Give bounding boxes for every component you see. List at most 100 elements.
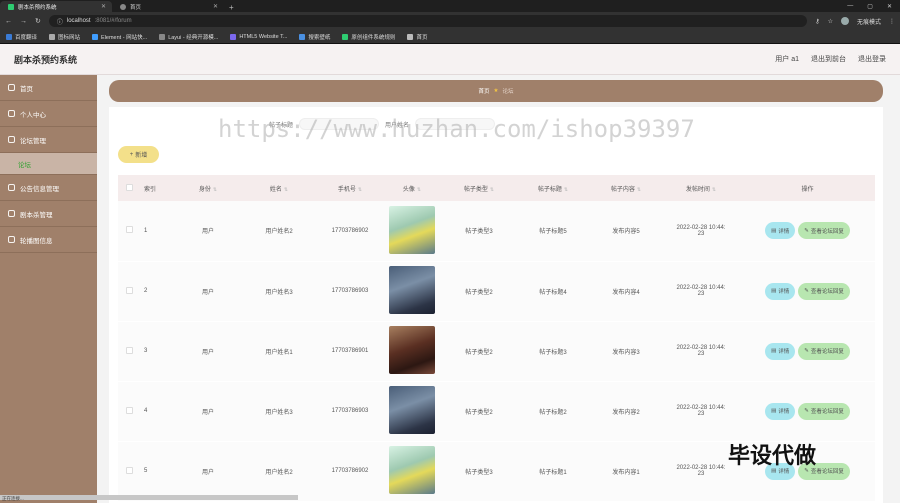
table-row: 3 用户 用户姓名1 17703786901 帖子类型2 帖子标题3 发布内容3 2022-0… (118, 321, 875, 382)
column-header[interactable]: 帖子类型 ⇅ (442, 175, 516, 201)
sidebar-item-carousel[interactable]: 轮播图信息 (0, 227, 97, 253)
document-icon: ▤ (771, 348, 777, 354)
bookmark-icon (6, 33, 12, 40)
sort-icon: ⇅ (357, 186, 363, 193)
column-header[interactable]: 身份 ⇅ (176, 175, 240, 201)
sort-icon: ⇅ (563, 186, 569, 193)
time-cell: 2022-02-28 10:44: 23 (662, 441, 740, 502)
browser-tab-active[interactable]: 剧本杀预约系统 ✕ (0, 1, 112, 12)
title-cell: 帖子标题2 (516, 381, 590, 442)
reload-icon[interactable]: ↻ (35, 17, 41, 25)
view-replies-button[interactable]: ✎ 查看论坛回复 (798, 402, 850, 420)
detail-button[interactable]: ▤ 详情 (765, 282, 796, 300)
bookmark-item[interactable]: 搜索壁纸 (299, 33, 330, 41)
status-text: 正在连接... (2, 496, 24, 501)
title-cell: 帖子标题5 (516, 201, 590, 262)
edit-icon: ✎ (804, 288, 809, 294)
bookmark-item[interactable]: Element - 网站快... (92, 33, 147, 41)
close-window-button[interactable]: ✕ (887, 3, 892, 10)
add-button[interactable]: + 新增 (118, 146, 159, 163)
table-row: 1 用户 用户姓名2 17703786902 帖子类型3 帖子标题5 发布内容5 2022-0… (118, 201, 875, 262)
sidebar-subitem-forum[interactable]: 论坛 (0, 153, 97, 175)
name-cell: 用户姓名1 (240, 321, 318, 382)
app-title: 剧本杀预约系统 (14, 54, 78, 65)
close-tab-icon[interactable]: ✕ (101, 3, 106, 10)
window-controls: — ▢ ✕ (847, 3, 900, 10)
forward-icon[interactable]: → (20, 18, 27, 25)
column-header[interactable]: 发帖时间 ⇅ (662, 175, 740, 201)
view-replies-button[interactable]: ✎ 查看论坛回复 (798, 222, 850, 240)
content-cell: 发布内容4 (590, 261, 662, 322)
star-icon[interactable]: ☆ (828, 18, 833, 25)
close-tab-icon[interactable]: ✕ (213, 3, 218, 10)
time-line-2: 23 (697, 351, 705, 357)
name-cell: 用户姓名2 (240, 201, 318, 262)
column-header[interactable]: 帖子内容 ⇅ (590, 175, 662, 201)
forum-icon (8, 136, 15, 143)
column-header[interactable]: 姓名 ⇅ (240, 175, 318, 201)
main-content: 首页 ★ 论坛 帖子标题 用户姓名 + 新增 索引 身份 ⇅ 姓名 ⇅ 手机号 … (97, 75, 900, 503)
time-cell: 2022-02-28 10:44: 23 (662, 321, 740, 382)
row-checkbox[interactable] (125, 286, 133, 294)
view-replies-button[interactable]: ✎ 查看论坛回复 (798, 462, 850, 480)
bookmark-item[interactable]: 原创组件系统规则 (342, 33, 395, 41)
breadcrumb-home[interactable]: 首页 (479, 87, 490, 95)
phone-cell: 17703786902 (318, 201, 382, 262)
bookmark-item[interactable]: 首页 (407, 33, 427, 41)
key-icon[interactable]: ⚷ (815, 18, 819, 25)
detail-button[interactable]: ▤ 详情 (765, 462, 796, 480)
logout-link[interactable]: 退出登录 (858, 54, 886, 64)
title-search-input[interactable] (299, 118, 380, 130)
sidebar-item-script-management[interactable]: 剧本杀管理 (0, 201, 97, 227)
star-separator-icon: ★ (493, 88, 499, 94)
menu-icon[interactable]: ⋮ (889, 18, 895, 25)
bookmark-icon (407, 33, 414, 40)
row-checkbox[interactable] (125, 346, 133, 354)
avatar-image (389, 326, 435, 374)
browser-tab[interactable]: 首页 ✕ (112, 1, 224, 12)
sidebar-item-notice-management[interactable]: 公告信息管理 (0, 175, 97, 201)
row-select-cell (118, 261, 140, 322)
name-cell: 用户姓名2 (240, 441, 318, 502)
row-checkbox[interactable] (125, 226, 133, 234)
back-icon[interactable]: ← (5, 18, 12, 25)
sidebar-item-profile[interactable]: 个人中心 (0, 101, 97, 127)
view-replies-button[interactable]: ✎ 查看论坛回复 (798, 282, 850, 300)
sidebar-item-forum-management[interactable]: 论坛管理 (0, 127, 97, 153)
row-checkbox[interactable] (125, 406, 133, 414)
select-all-checkbox[interactable] (125, 183, 133, 191)
new-tab-button[interactable]: + (224, 3, 239, 12)
detail-button[interactable]: ▤ 详情 (765, 342, 796, 360)
sort-icon: ⇅ (711, 186, 717, 193)
index-cell: 2 (140, 261, 176, 322)
back-to-frontend-link[interactable]: 退出到前台 (811, 54, 846, 64)
time-cell: 2022-02-28 10:44: 23 (662, 201, 740, 262)
actions-cell: ▤ 详情 ✎ 查看论坛回复 (740, 381, 875, 442)
detail-button[interactable]: ▤ 详情 (765, 402, 796, 420)
profile-label[interactable]: 无痕模式 (857, 17, 881, 26)
bookmark-item[interactable]: 图标网站 (49, 33, 80, 41)
avatar-cell (382, 201, 442, 262)
name-search-input[interactable] (415, 118, 496, 130)
column-header[interactable]: 手机号 ⇅ (318, 175, 382, 201)
horizontal-scrollbar[interactable] (0, 495, 298, 500)
table-row: 4 用户 用户姓名3 17703786903 帖子类型2 帖子标题2 发布内容2 2022-0… (118, 381, 875, 442)
column-header[interactable]: 头像 ⇅ (382, 175, 442, 201)
url-field[interactable]: ⓘ localhost:8081/#/forum (48, 15, 808, 27)
detail-button[interactable]: ▤ 详情 (765, 222, 796, 240)
bookmark-item[interactable]: HTML5 Website T... (230, 33, 287, 40)
bookmark-item[interactable]: Layui - 经典开源模... (159, 33, 218, 41)
column-header[interactable]: 帖子标题 ⇅ (516, 175, 590, 201)
maximize-button[interactable]: ▢ (867, 3, 873, 10)
bookmark-item[interactable]: 百度翻译 (6, 33, 37, 41)
bookmarks-bar: 百度翻译 图标网站 Element - 网站快... Layui - 经典开源模… (0, 30, 900, 44)
table-header-row: 索引 身份 ⇅ 姓名 ⇅ 手机号 ⇅ 头像 ⇅ 帖子类型 ⇅ 帖子标题 ⇅ 帖子内容 ⇅ 发帖… (118, 175, 875, 201)
sort-icon: ⇅ (489, 186, 495, 193)
incognito-avatar-icon[interactable] (840, 17, 849, 25)
view-replies-button[interactable]: ✎ 查看论坛回复 (798, 342, 850, 360)
minimize-button[interactable]: — (847, 3, 853, 10)
vue-favicon-icon (8, 3, 14, 10)
row-checkbox[interactable] (125, 466, 133, 474)
sidebar-item-home[interactable]: 首页 (0, 75, 97, 101)
column-header[interactable]: 索引 (140, 175, 176, 201)
